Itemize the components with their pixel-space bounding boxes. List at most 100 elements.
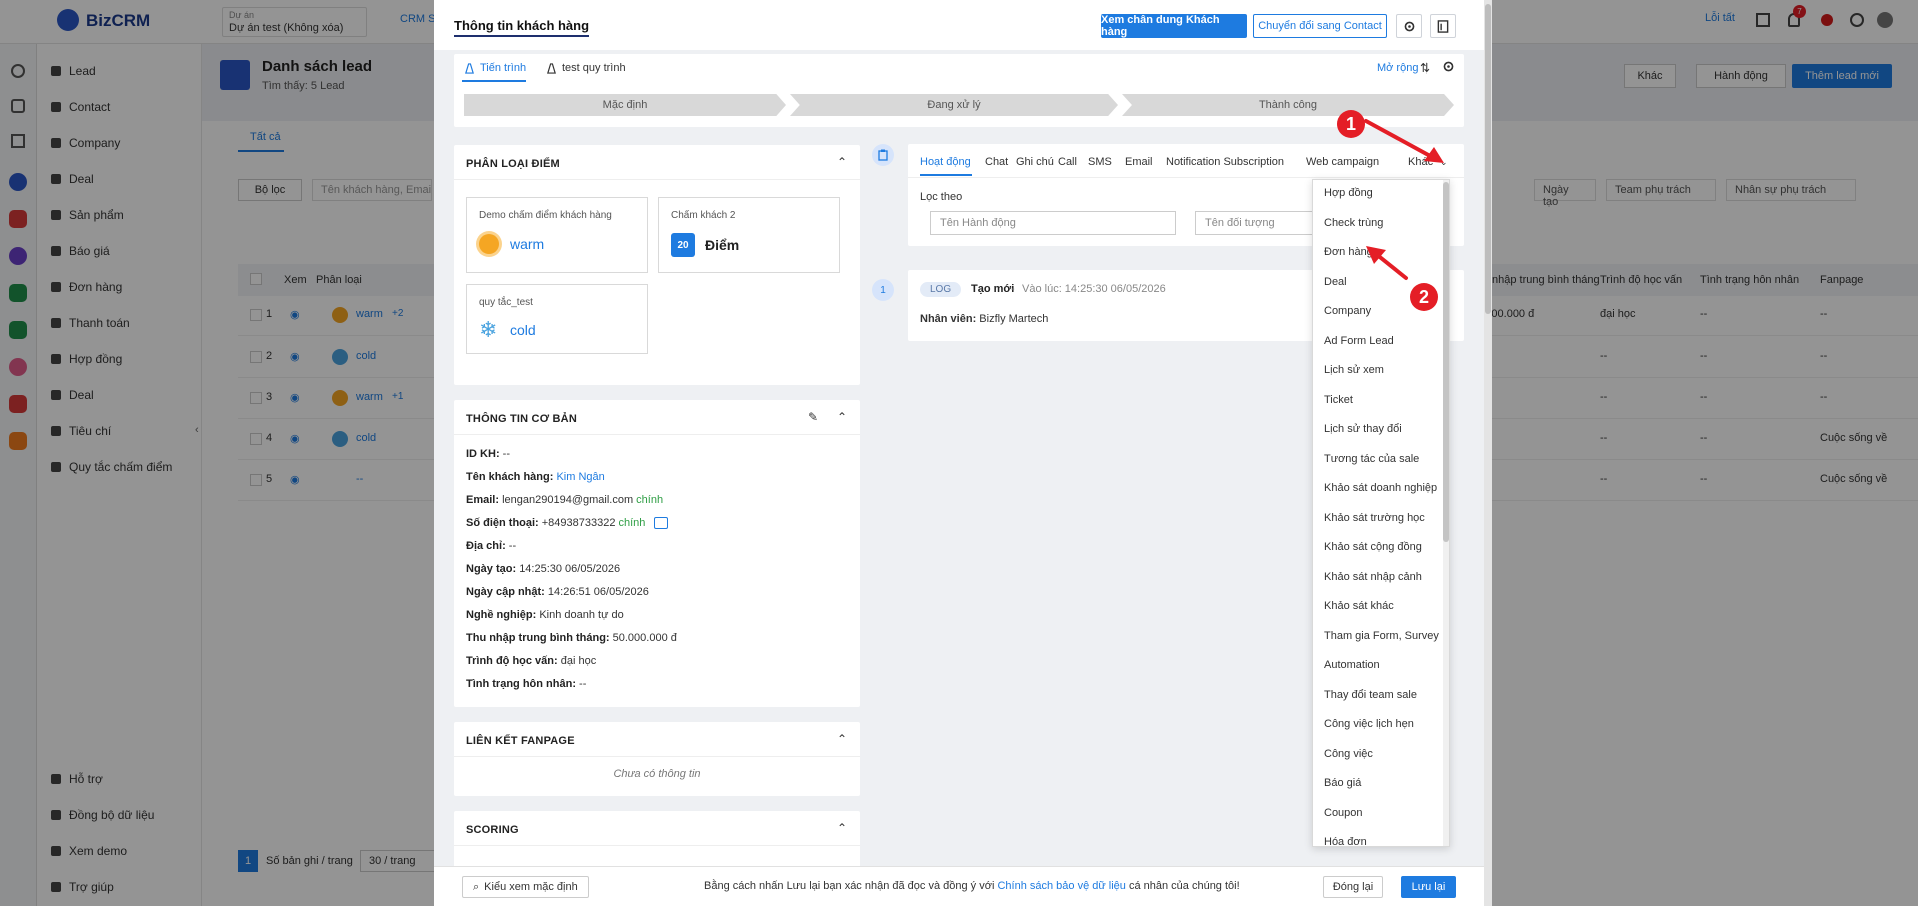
basic-info-card: THÔNG TIN CƠ BẢN ✎ ⌃ ID KH: -- Tên khách… (454, 400, 860, 707)
collapse-icon[interactable]: ⌃ (837, 732, 847, 746)
dropdown-item[interactable]: Công việc (1324, 748, 1373, 760)
dropdown-item[interactable]: Công việc lịch hẹn (1324, 718, 1414, 730)
basic-section-title: THÔNG TIN CƠ BẢN (466, 413, 577, 425)
tab-test-process[interactable]: test quy trình (546, 62, 626, 74)
tab-sms[interactable]: SMS (1088, 156, 1112, 168)
privacy-policy-link[interactable]: Chính sách bảo vệ dữ liệu (997, 880, 1125, 892)
score-box-demo: Demo chấm điểm khách hàng warm (466, 197, 648, 273)
dropdown-item[interactable]: Khảo sát cộng đồng (1324, 541, 1422, 553)
dropdown-item[interactable]: Báo giá (1324, 777, 1361, 789)
info-email: Email: lengan290194@gmail.com chính (466, 494, 663, 506)
info-value: đại học (560, 655, 597, 667)
tab-process[interactable]: Tiến trình (464, 62, 526, 74)
score-section-title: PHÂN LOẠI ĐIỂM (466, 158, 560, 170)
dropdown-item[interactable]: Coupon (1324, 807, 1363, 819)
clipboard-icon[interactable] (872, 144, 894, 166)
step-success[interactable]: Thành công (1122, 94, 1454, 116)
default-view-button[interactable]: ⌕ Kiểu xem mặc định (462, 876, 589, 898)
info-label: Thu nhập trung bình tháng: (466, 632, 610, 644)
dropdown-item[interactable]: Lịch sử thay đổi (1324, 423, 1402, 435)
dropdown-item[interactable]: Automation (1324, 659, 1380, 671)
collapse-icon[interactable]: ⌃ (837, 155, 847, 169)
close-button[interactable]: Đóng lại (1323, 876, 1383, 898)
tab-activity[interactable]: Hoạt động (920, 156, 971, 168)
dropdown-scrollbar-thumb[interactable] (1443, 182, 1449, 542)
step-default[interactable]: Mặc định (464, 94, 786, 116)
primary-tag: chính (618, 517, 646, 529)
fanpage-card: LIÊN KẾT FANPAGE ⌃ Chưa có thông tin (454, 722, 860, 796)
sort-icon[interactable]: ⇅ (1420, 61, 1430, 75)
info-marital: Tình trạng hôn nhân: -- (466, 678, 586, 690)
info-label: Số điện thoại: (466, 517, 539, 529)
info-address: Địa chỉ: -- (466, 540, 516, 552)
tab-call[interactable]: Call (1058, 156, 1077, 168)
dropdown-item[interactable]: Khảo sát trường học (1324, 512, 1425, 524)
action-name-filter[interactable]: Tên Hành động (930, 211, 1176, 235)
log-title: Tạo mới (971, 283, 1015, 295)
collapse-icon[interactable]: ⌃ (837, 821, 847, 835)
modal-scrollbar[interactable] (1484, 0, 1492, 906)
layout-button[interactable] (1430, 14, 1456, 38)
dropdown-item[interactable]: Deal (1324, 276, 1347, 288)
dropdown-item[interactable]: Company (1324, 305, 1371, 317)
tab-chat[interactable]: Chat (985, 156, 1008, 168)
gear-icon (1443, 61, 1454, 72)
annotation-arrow-2 (1366, 246, 1408, 280)
flask-icon (465, 62, 474, 74)
dropdown-item[interactable]: Tương tác của sale (1324, 453, 1419, 465)
consent-post: cá nhân của chúng tôi! (1125, 880, 1240, 892)
tab-test-process-label: test quy trình (562, 62, 626, 74)
edit-icon[interactable]: ✎ (808, 410, 818, 424)
dropdown-item[interactable]: Check trùng (1324, 217, 1383, 229)
customer-name-link[interactable]: Kim Ngân (556, 471, 604, 483)
dropdown-item[interactable]: Lịch sử xem (1324, 364, 1384, 376)
sun-icon (479, 234, 499, 254)
dropdown-item[interactable]: Ticket (1324, 394, 1353, 406)
dropdown-item[interactable]: Hóa đơn (1324, 836, 1367, 846)
dropdown-item[interactable]: Khảo sát doanh nghiệp (1324, 482, 1437, 494)
dropdown-item[interactable]: Tham gia Form, Survey (1324, 630, 1439, 642)
dropdown-item[interactable]: Hợp đồng (1324, 187, 1373, 199)
convert-contact-button[interactable]: Chuyển đổi sang Contact (1253, 14, 1387, 38)
clipboard-glyph (878, 149, 888, 161)
info-value: -- (502, 448, 510, 460)
dropdown-item[interactable]: Thay đổi team sale (1324, 689, 1417, 701)
snowflake-icon: ❄ (479, 317, 498, 342)
info-income: Thu nhập trung bình tháng: 50.000.000 đ (466, 632, 677, 644)
flask-icon (547, 62, 556, 74)
divider (908, 177, 1464, 178)
gear-icon (1404, 21, 1414, 31)
info-updated: Ngày cập nhật: 14:26:51 06/05/2026 (466, 586, 649, 598)
collapse-icon[interactable]: ⌃ (837, 410, 847, 424)
score-label: Demo chấm điểm khách hàng (479, 210, 612, 221)
save-button[interactable]: Lưu lại (1401, 876, 1456, 898)
tab-notification-subscription[interactable]: Notification Subscription (1166, 156, 1284, 168)
info-name: Tên khách hàng: Kim Ngân (466, 471, 605, 483)
info-value: lengan290194@gmail.com (502, 494, 634, 506)
tab-notes[interactable]: Ghi chú (1016, 156, 1054, 168)
info-label: Ngày cập nhật: (466, 586, 545, 598)
scoring-section-title: SCORING (466, 824, 519, 836)
dropdown-item[interactable]: Ad Form Lead (1324, 335, 1394, 347)
process-settings-icon[interactable] (1442, 60, 1455, 73)
log-time: Vào lúc: 14:25:30 06/05/2026 (1022, 283, 1166, 295)
view-portrait-button[interactable]: Xem chân dung Khách hàng (1101, 14, 1247, 38)
info-label: ID KH: (466, 448, 500, 460)
dropdown-scrollbar[interactable] (1443, 180, 1449, 846)
tab-process-label: Tiến trình (480, 62, 527, 74)
settings-button[interactable] (1396, 14, 1422, 38)
info-label: Tên khách hàng: (466, 471, 554, 483)
zalo-icon[interactable] (654, 517, 669, 529)
log-badge: LOG (920, 282, 962, 297)
tab-email[interactable]: Email (1125, 156, 1153, 168)
info-job: Nghề nghiệp: Kinh doanh tự do (466, 609, 624, 621)
object-name-filter[interactable]: Tên đối tượng (1195, 211, 1315, 235)
log-staff: Nhân viên: Bizfly Martech (920, 313, 1048, 325)
dropdown-item[interactable]: Khảo sát nhập cảnh (1324, 571, 1422, 583)
modal-scrollbar-thumb[interactable] (1485, 4, 1491, 314)
consent-text: Bằng cách nhấn Lưu lại bạn xác nhận đã đ… (704, 880, 1240, 892)
primary-tag: chính (636, 494, 664, 506)
dropdown-item[interactable]: Khảo sát khác (1324, 600, 1394, 612)
step-processing[interactable]: Đang xử lý (790, 94, 1118, 116)
score-classification-card: PHÂN LOẠI ĐIỂM ⌃ Demo chấm điểm khách hà… (454, 145, 860, 385)
